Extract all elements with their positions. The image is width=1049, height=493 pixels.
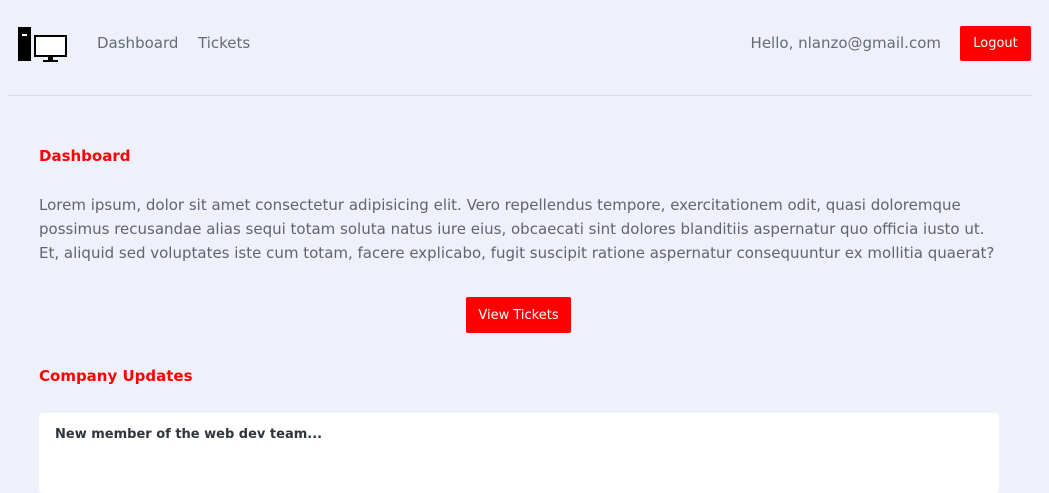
update-title: New member of the web dev team... [55, 427, 323, 442]
company-updates-heading: Company Updates [39, 367, 193, 385]
intro-paragraph: Lorem ipsum, dolor sit amet consectetur … [39, 196, 995, 262]
view-tickets-button[interactable]: View Tickets [466, 297, 571, 333]
nav-link-tickets[interactable]: Tickets [198, 34, 250, 52]
computer-icon[interactable] [17, 26, 67, 64]
dashboard-heading: Dashboard [39, 147, 131, 165]
update-card[interactable]: New member of the web dev team... [39, 413, 999, 493]
nav-link-dashboard[interactable]: Dashboard [97, 34, 178, 52]
top-navbar: Dashboard Tickets Hello, nlanzo@gmail.co… [8, 0, 1032, 96]
user-greeting: Hello, nlanzo@gmail.com [750, 34, 941, 52]
logout-button[interactable]: Logout [960, 26, 1031, 61]
